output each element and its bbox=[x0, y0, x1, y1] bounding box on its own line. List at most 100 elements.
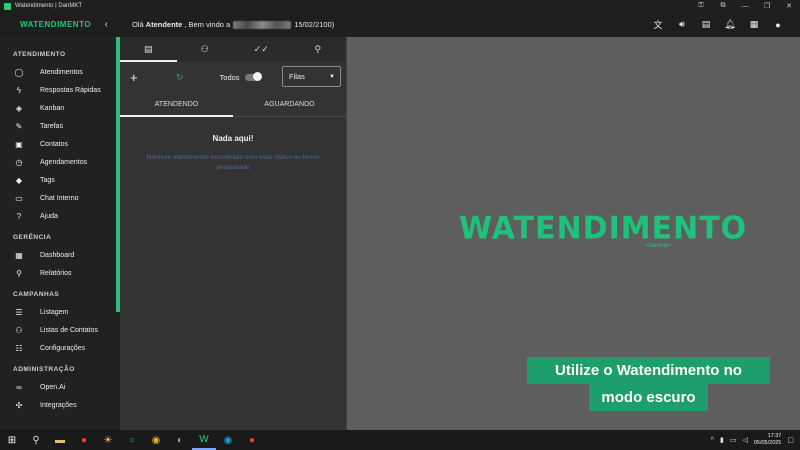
empty-state-title: Nada aqui! bbox=[212, 134, 254, 143]
section-title-gerencia: GERÊNCIA bbox=[13, 233, 52, 241]
app-icon bbox=[4, 2, 11, 10]
tab-aguardando[interactable]: AGUARDANDO bbox=[233, 92, 346, 116]
promo-line-2: modo escuro bbox=[589, 384, 708, 411]
panel-toolbar: + ↻ Todos Filas ▼ bbox=[120, 62, 346, 92]
tab-atendendo[interactable]: ATENDENDO bbox=[120, 92, 233, 117]
sidebar-item-listagem[interactable]: ☰ Listagem bbox=[0, 303, 120, 321]
chevron-left-icon[interactable]: ‹ bbox=[105, 19, 108, 30]
queue-select-value: Filas bbox=[289, 72, 305, 81]
search-icon[interactable]: ⚲ bbox=[24, 430, 48, 450]
main-logo: WATENDIMENTO bbox=[459, 210, 748, 247]
sidebar-item-label: Open.Ai bbox=[40, 383, 66, 391]
chat-icon: ▤ bbox=[143, 44, 153, 54]
whatsapp-icon: ◯ bbox=[14, 67, 24, 77]
add-icon[interactable]: + bbox=[130, 70, 144, 85]
clock[interactable]: 17:37 05/05/2025 bbox=[754, 433, 782, 447]
caret-down-icon: ▼ bbox=[329, 73, 335, 80]
infinity-icon: ∞ bbox=[16, 382, 22, 392]
clock-date: 05/05/2025 bbox=[753, 440, 782, 446]
dashboard-icon: ▦ bbox=[15, 250, 23, 260]
sidebar: ATENDIMENTO ◯ Atendimentos ϟ Respostas Ráp… bbox=[0, 37, 120, 430]
volume-icon[interactable]: ◁ bbox=[742, 436, 747, 444]
sidebar-item-configuracoes[interactable]: ☷ Configurações bbox=[0, 339, 120, 357]
tag-icon: ◆ bbox=[15, 175, 23, 185]
main-logo-sub: <danmkt> bbox=[645, 243, 672, 249]
bell-icon[interactable]: 🔔︎ bbox=[718, 12, 742, 37]
search-icon: ⚲ bbox=[314, 44, 322, 54]
contacts-icon: ▣ bbox=[15, 139, 23, 149]
tickets-panel: ▤ ⚇ ✓✓ ⚲ + ↻ Todos Filas ▼ ATENDENDO AGU… bbox=[120, 37, 346, 430]
chevron-up-icon[interactable]: ^ bbox=[711, 437, 714, 444]
sidebar-item-kanban[interactable]: ◈ Kanban bbox=[0, 99, 120, 117]
redacted-text bbox=[233, 20, 292, 29]
windows-start-icon[interactable]: ⊞ bbox=[0, 430, 24, 450]
watendimento-taskbar-icon[interactable]: W bbox=[192, 430, 216, 450]
translate-icon[interactable]: 文 bbox=[646, 12, 670, 37]
done-all-icon: ✓✓ bbox=[253, 44, 269, 54]
sidebar-item-label: Listagem bbox=[40, 308, 69, 316]
window-title: Watendimento | DanMKT bbox=[15, 3, 83, 9]
sidebar-item-label: Ajuda bbox=[40, 212, 58, 220]
alexa-icon[interactable]: ○ bbox=[120, 430, 144, 450]
tab-groups[interactable]: ⚇ bbox=[177, 37, 234, 62]
chrome-icon[interactable]: ◉ bbox=[144, 430, 168, 450]
clock-icon: ◷ bbox=[15, 157, 23, 167]
sidebar-item-label: Contatos bbox=[40, 140, 69, 148]
sidebar-item-label: Kanban bbox=[40, 104, 65, 112]
sidebar-item-label: Chat Interno bbox=[40, 194, 79, 202]
puzzle-icon[interactable]: ⧉ bbox=[712, 0, 734, 12]
sidebar-item-contatos[interactable]: ▣ Contatos bbox=[0, 135, 120, 153]
chat-icon[interactable]: ▤ bbox=[694, 12, 718, 37]
sidebar-item-relatorios[interactable]: ⚲ Relatórios bbox=[0, 264, 120, 282]
sync-icon[interactable]: ↻ bbox=[176, 72, 184, 83]
mic-icon[interactable]: ▮ bbox=[720, 436, 724, 444]
group-icon: ⚇ bbox=[200, 44, 209, 54]
sidebar-item-openai[interactable]: ∞ Open.Ai bbox=[0, 378, 120, 396]
app-icon[interactable]: ◐ bbox=[168, 430, 192, 450]
clock-time: 17:37 bbox=[767, 433, 782, 439]
help-icon: ? bbox=[16, 211, 22, 221]
flash-icon: ϟ bbox=[16, 85, 22, 95]
volume-icon[interactable]: 🔊︎ bbox=[670, 12, 694, 37]
queue-select[interactable]: Filas ▼ bbox=[282, 66, 341, 87]
section-title-campanhas: CAMPANHAS bbox=[13, 290, 60, 298]
sidebar-item-dashboard[interactable]: ▦ Dashboard bbox=[0, 246, 120, 264]
tab-search[interactable]: ⚲ bbox=[290, 37, 347, 62]
sidebar-item-tarefas[interactable]: ✎ Tarefas bbox=[0, 117, 120, 135]
todos-toggle[interactable] bbox=[244, 72, 262, 81]
forum-icon: ▭ bbox=[15, 193, 23, 203]
tab-closed[interactable]: ✓✓ bbox=[233, 37, 290, 62]
network-icon[interactable]: ▭ bbox=[730, 436, 737, 444]
sidebar-item-listas-de-contatos[interactable]: ⚇ Listas de Contatos bbox=[0, 321, 120, 339]
sidebar-item-ajuda[interactable]: ? Ajuda bbox=[0, 207, 120, 225]
promo-line-1: Utilize o Watendimento no bbox=[527, 357, 770, 384]
sidebar-item-agendamentos[interactable]: ◷ Agendamentos bbox=[0, 153, 120, 171]
section-title-atendimento: ATENDIMENTO bbox=[13, 50, 66, 58]
empty-state-text: Nenhum atendimento encontrado com esse s… bbox=[146, 154, 320, 171]
tab-chats[interactable]: ▤ bbox=[120, 37, 177, 62]
edge-icon[interactable]: ◉ bbox=[216, 430, 240, 450]
weather-icon[interactable]: ☀ bbox=[96, 430, 120, 450]
system-tray: ^ ▮ ▭ ◁ 17:37 05/05/2025 ▢ bbox=[711, 433, 794, 447]
sidebar-item-label: Relatórios bbox=[40, 269, 72, 277]
app-header: WATENDIMENTO ‹ Olá Atendente , Bem vindo… bbox=[0, 12, 800, 37]
close-button[interactable]: ✕ bbox=[778, 0, 800, 12]
scroll-accent-bar bbox=[116, 37, 120, 312]
sidebar-item-integracoes[interactable]: ✣ Integrações bbox=[0, 396, 120, 414]
sidebar-item-label: Dashboard bbox=[40, 251, 75, 259]
sidebar-item-label: Integrações bbox=[40, 401, 77, 409]
vivaldi-2-icon[interactable]: ● bbox=[240, 430, 264, 450]
sidebar-item-tags[interactable]: ◆ Tags bbox=[0, 171, 120, 189]
account-icon[interactable]: ● bbox=[766, 12, 790, 37]
sidebar-item-label: Tags bbox=[40, 176, 55, 184]
sidebar-item-atendimentos[interactable]: ◯ Atendimentos bbox=[0, 63, 120, 81]
sidebar-item-chat-interno[interactable]: ▭ Chat Interno bbox=[0, 189, 120, 207]
notification-icon[interactable]: ▢ bbox=[787, 436, 794, 444]
maximize-button[interactable]: ❐ bbox=[756, 0, 778, 12]
file-explorer-icon[interactable]: ▬ bbox=[48, 430, 72, 450]
messages-icon[interactable]: ▦ bbox=[742, 12, 766, 37]
minimize-button[interactable]: — bbox=[734, 0, 756, 12]
sidebar-item-respostas-rapidas[interactable]: ϟ Respostas Rápidas bbox=[0, 81, 120, 99]
vivaldi-icon[interactable]: ● bbox=[72, 430, 96, 450]
key-icon[interactable]: ⚿ bbox=[690, 0, 712, 12]
